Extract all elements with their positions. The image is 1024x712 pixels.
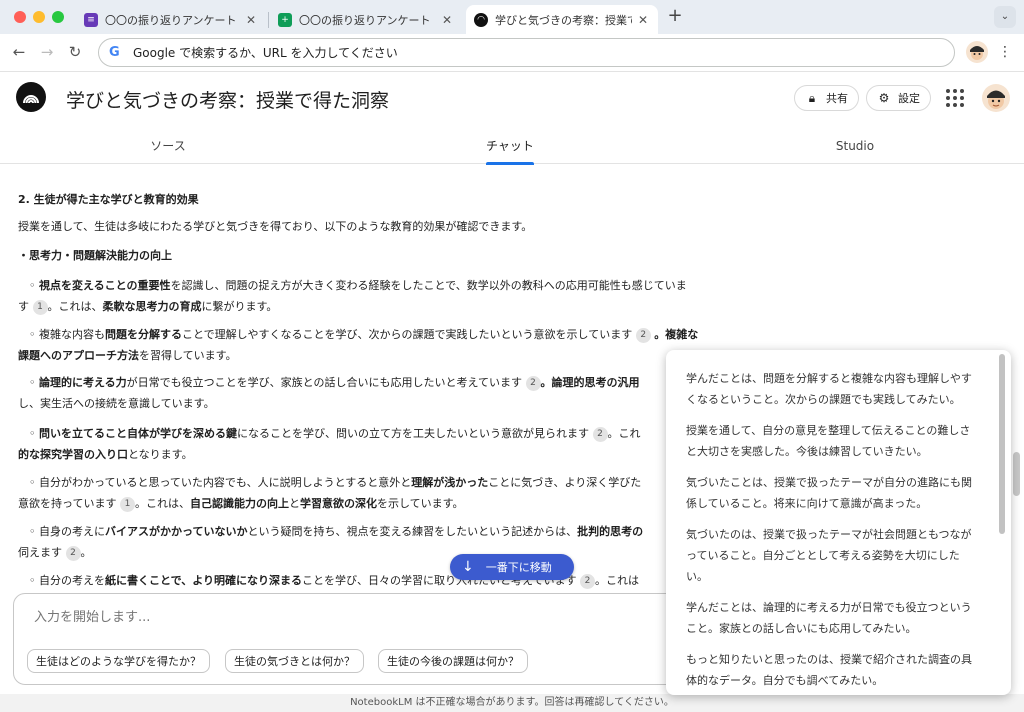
citation-badge[interactable]: 1	[119, 497, 135, 512]
citation-badge[interactable]: 2	[635, 328, 651, 343]
browser-tab-notebooklm[interactable]: ◠ 学びと気づきの考察：授業で得た ✕	[466, 5, 658, 34]
notebooklm-icon: ◠	[474, 12, 488, 27]
main-tabs: ソース チャット Studio	[0, 127, 1024, 165]
google-forms-icon: ≡	[84, 12, 98, 27]
share-label: 共有	[826, 92, 848, 105]
notebook-title[interactable]: 学びと気づきの考察：授業で得た洞察	[66, 86, 389, 113]
browser-toolbar: ← → ↻ G Google で検索するか、URL を入力してください ⋮	[0, 34, 1024, 71]
tab-title: 〇〇の振り返りアンケート（回答	[299, 13, 436, 27]
chat-composer: 生徒はどのような学びを得たか？ 生徒の気づきとは何か？ 生徒の今後の課題は何か？	[13, 593, 733, 685]
close-icon[interactable]: ✕	[636, 13, 650, 27]
share-button[interactable]: 🔒︎ 共有	[794, 85, 859, 111]
settings-button[interactable]: ⚙ 設定	[866, 85, 931, 111]
list-item: ◦ 視点を変えることの重要性を認識し、問題の捉え方が大きく変わる経験をしたことで…	[18, 279, 687, 315]
tab-studio[interactable]: Studio	[820, 127, 890, 164]
tab-chat[interactable]: チャット	[486, 127, 534, 165]
tab-title: 学びと気づきの考察：授業で得た	[495, 13, 632, 27]
list-item: ◦ 複雑な内容も問題を分解することで理解しやすくなることを学び、次からの課題で実…	[18, 328, 699, 362]
account-avatar[interactable]	[982, 84, 1010, 112]
lock-icon: 🔒︎	[808, 90, 816, 105]
arrow-down-icon: ↓	[462, 559, 474, 575]
citation-badge[interactable]: 2	[579, 574, 595, 589]
source-excerpt: 学んだことは、問題を分解すると複雑な内容も理解しやすくなるということ。次からの課…	[686, 372, 972, 406]
close-icon[interactable]: ✕	[244, 13, 258, 27]
browser-tab-bar: ≡ 〇〇の振り返りアンケート - Goo ✕ + 〇〇の振り返りアンケート（回答…	[0, 0, 1024, 34]
citation-badge[interactable]: 2	[592, 427, 608, 442]
list-item: ◦ 問いを立てること自体が学びを深める鍵になることを学び、問いの立て方を工夫した…	[18, 427, 641, 461]
address-bar-text: Google で検索するか、URL を入力してください	[133, 46, 398, 60]
tab-search-button[interactable]: ⌄	[994, 6, 1016, 28]
popup-scrollbar[interactable]	[999, 354, 1005, 534]
suggestion-chip[interactable]: 生徒の気づきとは何か？	[225, 649, 364, 673]
forward-button[interactable]: →	[36, 41, 58, 63]
source-excerpt: 学んだことは、論理的に考える力が日常でも役立つということ。家族との話し合いにも応…	[686, 601, 972, 635]
close-icon[interactable]: ✕	[440, 13, 454, 27]
browser-tab-forms[interactable]: ≡ 〇〇の振り返りアンケート - Goo ✕	[76, 5, 266, 34]
tab-title: 〇〇の振り返りアンケート - Goo	[105, 13, 240, 27]
google-sheets-icon: +	[278, 12, 292, 27]
suggestion-chip[interactable]: 生徒の今後の課題は何か？	[378, 649, 528, 673]
source-excerpt: 授業を通して、自分の意見を整理して伝えることの難しさと大切さを実感した。今後は練…	[686, 424, 971, 458]
tab-label: Studio	[835, 138, 875, 153]
tab-label: ソース	[150, 139, 186, 153]
reload-button[interactable]: ↻	[64, 41, 86, 63]
profile-avatar-icon[interactable]	[966, 41, 988, 63]
subheading: ・思考力・問題解決能力の向上	[18, 249, 172, 262]
notebooklm-logo-icon[interactable]	[16, 82, 46, 112]
gear-icon: ⚙	[878, 91, 890, 105]
apps-grid-icon[interactable]	[946, 89, 964, 107]
list-item: ◦ 自身の考えにバイアスがかかっていないかという疑問を持ち、視点を変える練習をし…	[18, 525, 644, 561]
list-item: ◦ 自分がわかっていると思っていた内容でも、人に説明しようとすると意外と理解が浅…	[18, 476, 642, 512]
list-item: ◦ 自分の考えを紙に書くことで、より明確になり深まることを学び、日々の学習に取り…	[18, 574, 639, 589]
popup-content: 学んだことは、問題を分解すると複雑な内容も理解しやすくなるということ。次からの課…	[686, 368, 978, 695]
source-excerpt: 気づいたことは、授業で扱ったテーマが自分の進路にも関係していること。将来に向けて…	[686, 476, 972, 510]
chat-input[interactable]	[34, 610, 534, 625]
window-minimize-button[interactable]	[33, 11, 45, 23]
tab-sources[interactable]: ソース	[108, 127, 228, 164]
citation-badge[interactable]: 2	[65, 546, 81, 561]
new-tab-button[interactable]: +	[664, 6, 686, 28]
back-button[interactable]: ←	[8, 41, 30, 63]
scroll-to-bottom-button[interactable]: ↓ 一番下に移動	[450, 554, 574, 580]
browser-tab-sheets[interactable]: + 〇〇の振り返りアンケート（回答 ✕	[270, 5, 462, 34]
citation-badge[interactable]: 2	[525, 376, 541, 391]
tab-label: チャット	[486, 139, 534, 153]
intro-text: 授業を通して、生徒は多岐にわたる学びと気づきを得ており、以下のような教育的効果が…	[18, 220, 533, 233]
suggestion-chip[interactable]: 生徒はどのような学びを得たか？	[27, 649, 210, 673]
address-bar[interactable]: G Google で検索するか、URL を入力してください	[98, 38, 955, 67]
source-citation-popup: 学んだことは、問題を分解すると複雑な内容も理解しやすくなるということ。次からの課…	[666, 350, 1011, 695]
window-close-button[interactable]	[14, 11, 26, 23]
source-excerpt: もっと知りたいと思ったのは、授業で紹介された調査の具体的なデータ。自分でも調べて…	[686, 653, 972, 687]
browser-menu-icon[interactable]: ⋮	[996, 41, 1014, 63]
section-heading: 2. 生徒が得た主な学びと教育的効果	[18, 193, 199, 206]
google-icon: G	[109, 44, 120, 60]
list-item: ◦ 論理的に考える力が日常でも役立つことを学び、家族との話し合いにも応用したいと…	[18, 376, 640, 410]
disclaimer: NotebookLM は不正確な場合があります。回答は再確認してください。	[0, 694, 1024, 712]
app-header: 学びと気づきの考察：授業で得た洞察 🔒︎ 共有 ⚙ 設定	[0, 71, 1024, 127]
source-excerpt: 気づいたのは、授業で扱ったテーマが社会問題ともつながっていること。自分ごととして…	[686, 528, 972, 583]
scroll-to-bottom-label: 一番下に移動	[485, 561, 552, 574]
chat-scrollbar[interactable]	[1013, 452, 1020, 496]
settings-label: 設定	[898, 92, 920, 105]
window-zoom-button[interactable]	[52, 11, 64, 23]
citation-badge[interactable]: 1	[32, 300, 48, 315]
